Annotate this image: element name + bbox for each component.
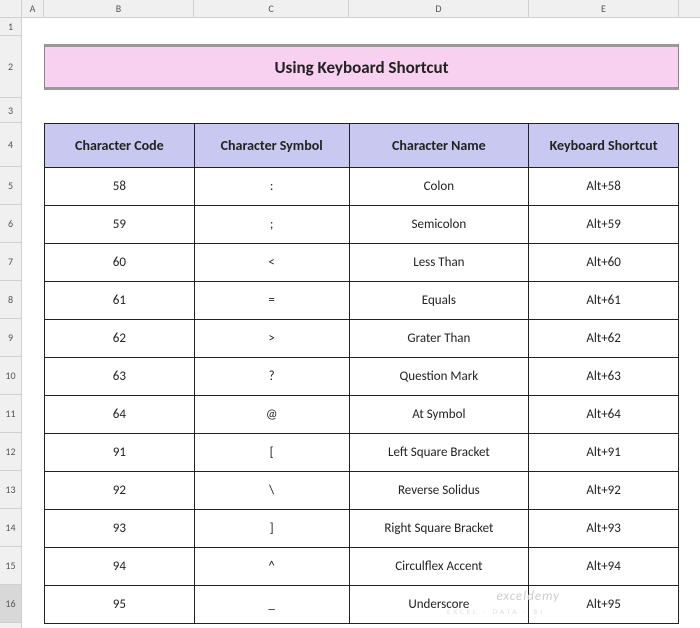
- row-header-gutter: 1 2 3 4 5 6 7 8 9 10 11 12 13 14 15 16: [0, 0, 22, 628]
- cell-name[interactable]: Left Square Bracket: [349, 434, 529, 472]
- cell-symbol[interactable]: ?: [194, 358, 349, 396]
- character-table: Character Code Character Symbol Characte…: [44, 123, 679, 624]
- cell-name[interactable]: Colon: [349, 168, 529, 206]
- row-header[interactable]: 9: [0, 319, 21, 357]
- cell-name[interactable]: Right Square Bracket: [349, 510, 529, 548]
- header-shortcut[interactable]: Keyboard Shortcut: [529, 124, 679, 168]
- table-row: 94^Circulflex AccentAlt+94: [45, 548, 679, 586]
- row-header[interactable]: 5: [0, 167, 21, 205]
- cell-symbol[interactable]: ^: [194, 548, 349, 586]
- cell-symbol[interactable]: [: [194, 434, 349, 472]
- watermark-sub: EXCEL · DATA · BI: [447, 607, 545, 616]
- cell-symbol[interactable]: _: [194, 586, 349, 624]
- cell-shortcut[interactable]: Alt+64: [529, 396, 679, 434]
- cell-symbol[interactable]: >: [194, 320, 349, 358]
- table-row: 61=EqualsAlt+61: [45, 282, 679, 320]
- row-header[interactable]: 12: [0, 433, 21, 471]
- row-header[interactable]: 4: [0, 123, 21, 167]
- cell-shortcut[interactable]: Alt+61: [529, 282, 679, 320]
- cell-shortcut[interactable]: Alt+62: [529, 320, 679, 358]
- row-header[interactable]: 14: [0, 509, 21, 547]
- cell-shortcut[interactable]: Alt+93: [529, 510, 679, 548]
- table-row: 58:ColonAlt+58: [45, 168, 679, 206]
- cell-symbol[interactable]: @: [194, 396, 349, 434]
- row-header[interactable]: 11: [0, 395, 21, 433]
- table-row: 59;SemicolonAlt+59: [45, 206, 679, 244]
- row-header[interactable]: 3: [0, 98, 21, 123]
- cell-code[interactable]: 91: [45, 434, 195, 472]
- cell-code[interactable]: 95: [45, 586, 195, 624]
- cell-shortcut[interactable]: Alt+63: [529, 358, 679, 396]
- cell-code[interactable]: 64: [45, 396, 195, 434]
- cell-shortcut[interactable]: Alt+91: [529, 434, 679, 472]
- table-row: 93]Right Square BracketAlt+93: [45, 510, 679, 548]
- cell-name[interactable]: Circulflex Accent: [349, 548, 529, 586]
- row-header[interactable]: 8: [0, 281, 21, 319]
- table-row: 92\Reverse SolidusAlt+92: [45, 472, 679, 510]
- table-row: 62>Grater ThanAlt+62: [45, 320, 679, 358]
- cell-code[interactable]: 62: [45, 320, 195, 358]
- cell-code[interactable]: 60: [45, 244, 195, 282]
- table-header-row: Character Code Character Symbol Characte…: [45, 124, 679, 168]
- cell-code[interactable]: 58: [45, 168, 195, 206]
- title-row: Using Keyboard Shortcut: [44, 36, 700, 98]
- cell-shortcut[interactable]: Alt+94: [529, 548, 679, 586]
- table-row: 64@At SymbolAlt+64: [45, 396, 679, 434]
- cell-code[interactable]: 63: [45, 358, 195, 396]
- cell-shortcut[interactable]: Alt+60: [529, 244, 679, 282]
- cell-symbol[interactable]: ]: [194, 510, 349, 548]
- cell-code[interactable]: 93: [45, 510, 195, 548]
- cell-symbol[interactable]: <: [194, 244, 349, 282]
- watermark: exceldemy: [496, 589, 560, 604]
- cell-code[interactable]: 94: [45, 548, 195, 586]
- column-header[interactable]: A: [22, 0, 44, 17]
- page-title: Using Keyboard Shortcut: [44, 44, 679, 90]
- row-header[interactable]: 6: [0, 205, 21, 243]
- column-header[interactable]: D: [349, 0, 529, 17]
- cell-name[interactable]: Question Mark: [349, 358, 529, 396]
- cell-code[interactable]: 59: [45, 206, 195, 244]
- spreadsheet: 1 2 3 4 5 6 7 8 9 10 11 12 13 14 15 16 A…: [0, 0, 700, 628]
- table-row: 63?Question MarkAlt+63: [45, 358, 679, 396]
- column-header[interactable]: E: [529, 0, 679, 17]
- row-header[interactable]: 15: [0, 547, 21, 585]
- table-row: 91[Left Square BracketAlt+91: [45, 434, 679, 472]
- cell-shortcut[interactable]: Alt+92: [529, 472, 679, 510]
- table-row: 60<Less ThanAlt+60: [45, 244, 679, 282]
- cells-region[interactable]: Using Keyboard Shortcut Character Code C…: [22, 18, 700, 628]
- cell-name[interactable]: Grater Than: [349, 320, 529, 358]
- header-symbol[interactable]: Character Symbol: [194, 124, 349, 168]
- header-name[interactable]: Character Name: [349, 124, 529, 168]
- cell-symbol[interactable]: \: [194, 472, 349, 510]
- cell-code[interactable]: 61: [45, 282, 195, 320]
- cell-code[interactable]: 92: [45, 472, 195, 510]
- cell-symbol[interactable]: ;: [194, 206, 349, 244]
- row-header[interactable]: 7: [0, 243, 21, 281]
- cell-name[interactable]: Equals: [349, 282, 529, 320]
- cell-name[interactable]: Less Than: [349, 244, 529, 282]
- cell-symbol[interactable]: =: [194, 282, 349, 320]
- row-header[interactable]: 13: [0, 471, 21, 509]
- grid-area: A B C D E Using Keyboard Shortcut Charac…: [22, 0, 700, 628]
- row-header-selected[interactable]: 16: [0, 585, 21, 623]
- cell-shortcut[interactable]: Alt+59: [529, 206, 679, 244]
- column-header[interactable]: B: [44, 0, 194, 17]
- header-code[interactable]: Character Code: [45, 124, 195, 168]
- table-row: 95_UnderscoreAlt+95: [45, 586, 679, 624]
- cell-name[interactable]: At Symbol: [349, 396, 529, 434]
- cell-shortcut[interactable]: Alt+58: [529, 168, 679, 206]
- cell-name[interactable]: Reverse Solidus: [349, 472, 529, 510]
- cell-symbol[interactable]: :: [194, 168, 349, 206]
- row-header[interactable]: 1: [0, 18, 21, 36]
- cell-name[interactable]: Semicolon: [349, 206, 529, 244]
- select-all-corner[interactable]: [0, 0, 21, 18]
- column-header[interactable]: C: [194, 0, 349, 17]
- column-header-row: A B C D E: [22, 0, 700, 18]
- row-header[interactable]: 2: [0, 36, 21, 98]
- row-header[interactable]: 10: [0, 357, 21, 395]
